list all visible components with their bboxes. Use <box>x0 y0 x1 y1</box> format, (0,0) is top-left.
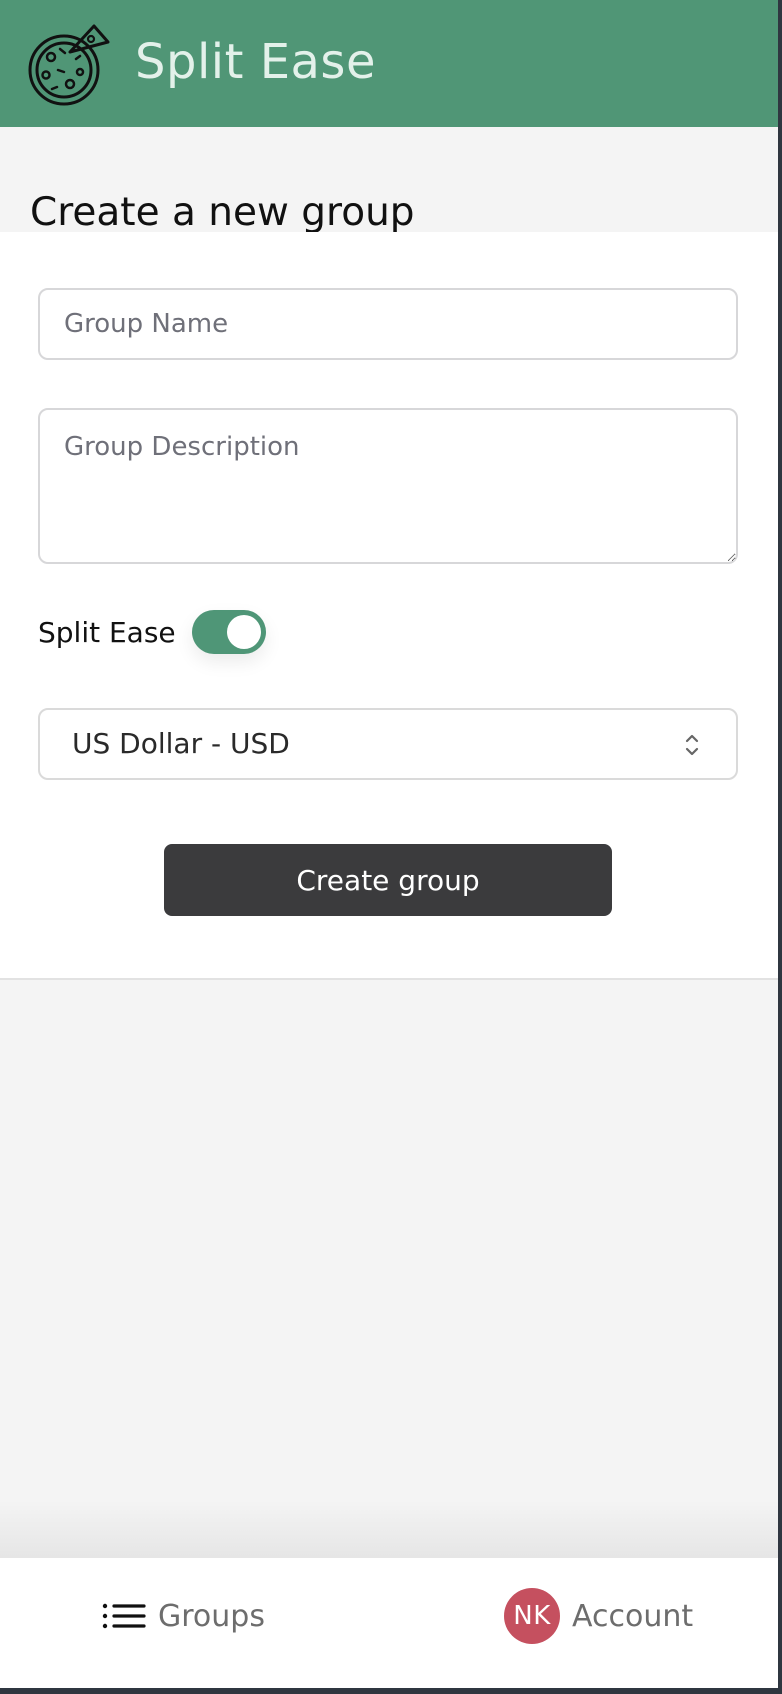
app-window: Split Ease Create a new group Split Ease… <box>0 0 778 1688</box>
split-ease-toggle[interactable] <box>192 610 266 654</box>
avatar: NK <box>504 1588 560 1644</box>
nav-account-label: Account <box>572 1598 694 1634</box>
nav-account[interactable]: NK Account <box>504 1588 693 1644</box>
nav-groups-label: Groups <box>158 1598 265 1634</box>
nav-groups[interactable]: Groups <box>102 1588 265 1644</box>
chevron-up-down-icon <box>685 734 699 756</box>
group-name-input[interactable] <box>38 288 738 360</box>
bottom-nav-shadow <box>0 1500 778 1558</box>
currency-selected-value: US Dollar - USD <box>72 727 290 760</box>
list-icon <box>102 1603 146 1629</box>
create-group-button[interactable]: Create group <box>164 844 612 916</box>
group-description-input[interactable] <box>38 408 738 564</box>
app-header: Split Ease <box>0 0 778 127</box>
pizza-icon <box>28 24 110 106</box>
app-title: Split Ease <box>135 34 376 90</box>
bottom-navigation: Groups NK Account <box>0 1558 778 1688</box>
toggle-knob <box>227 615 261 649</box>
currency-select[interactable]: US Dollar - USD <box>38 708 738 780</box>
split-ease-toggle-label: Split Ease <box>38 616 176 649</box>
